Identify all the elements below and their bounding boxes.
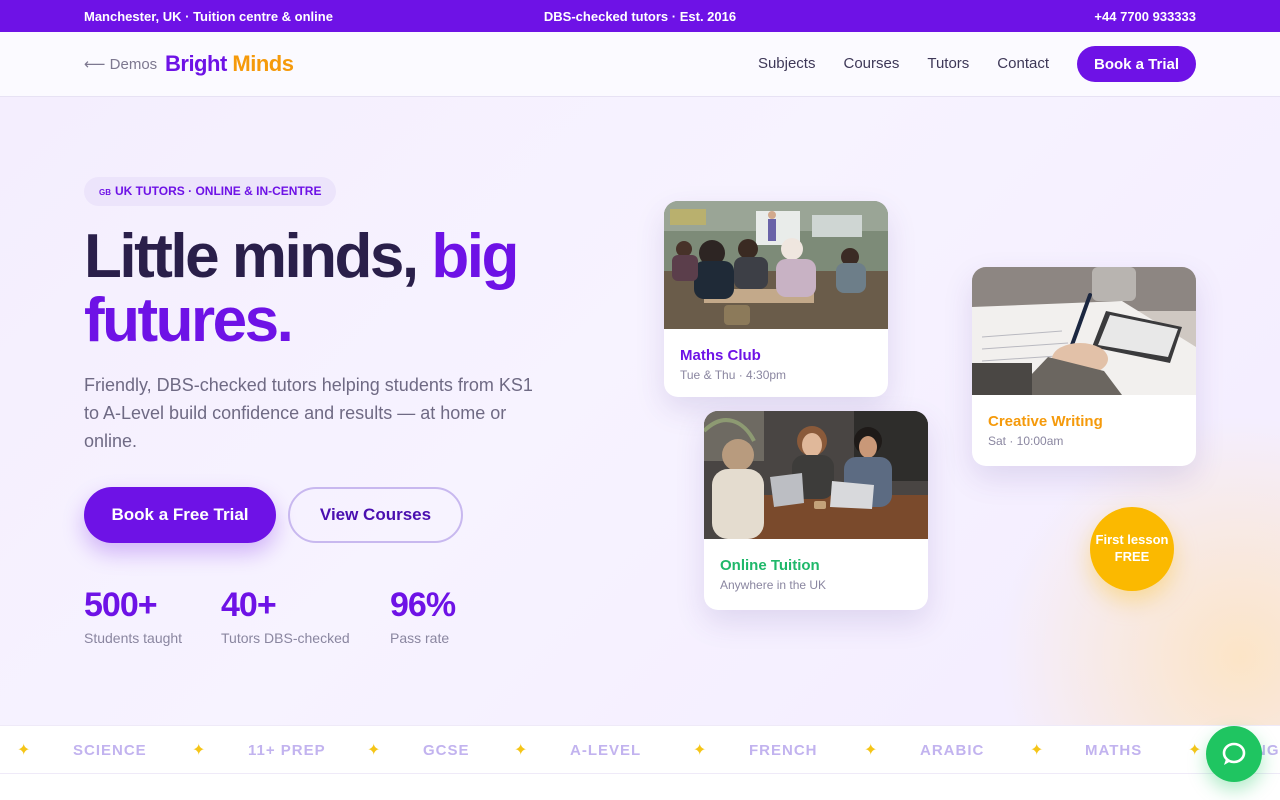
trust-text: DBS-checked tutors · Est. 2016 <box>543 9 737 24</box>
logo[interactable]: Bright Minds <box>165 51 294 77</box>
badge-text: UK TUTORS · ONLINE & IN-CENTRE <box>115 184 322 198</box>
marquee-item: 11+ PREP <box>248 742 326 759</box>
course-card-maths-club[interactable]: Maths Club Tue & Thu · 4:30pm <box>664 201 888 397</box>
course-card-creative-writing[interactable]: Creative Writing Sat · 10:00am <box>972 267 1196 466</box>
book-trial-button[interactable]: Book a Trial <box>1077 46 1196 82</box>
stat-tutors: 40+ Tutors DBS-checked <box>221 586 350 646</box>
nav-link-subjects[interactable]: Subjects <box>758 55 816 72</box>
stat-pass-rate: 96% Pass rate <box>390 586 456 646</box>
marquee-item: FRENCH <box>749 742 818 759</box>
hero-section: GB UK TUTORS · ONLINE & IN-CENTRE Little … <box>0 97 1280 725</box>
phone-link[interactable]: +44 7700 933333 <box>1094 9 1196 24</box>
star-icon: ✦ <box>1030 742 1044 759</box>
card-title: Creative Writing <box>988 413 1103 430</box>
card-title: Online Tuition <box>720 557 820 574</box>
star-icon: ✦ <box>693 742 707 759</box>
first-lesson-free-badge: First lesson FREE <box>1090 507 1174 591</box>
back-to-demos-link[interactable]: ⟵ Demos <box>84 55 157 73</box>
main-nav: ⟵ Demos Bright Minds Subjects Courses Tu… <box>0 32 1280 97</box>
card-schedule: Anywhere in the UK <box>720 578 827 592</box>
logo-word-2: Minds <box>232 51 294 76</box>
marquee-item: A-LEVEL <box>570 742 642 759</box>
marquee-item: ARABIC <box>920 742 985 759</box>
book-free-trial-button[interactable]: Book a Free Trial <box>84 487 276 543</box>
star-icon: ✦ <box>514 742 528 759</box>
stat-number: 40+ <box>221 586 277 624</box>
marquee-item: GCSE <box>423 742 470 759</box>
announcement-bar: Manchester, UK · Tuition centre & online… <box>0 0 1280 32</box>
free-badge-line2: FREE <box>1114 549 1150 564</box>
nav-links: Subjects Courses Tutors Contact <box>758 55 1049 72</box>
star-icon: ✦ <box>1188 742 1202 759</box>
stat-label: Students taught <box>84 630 183 646</box>
stat-label: Tutors DBS-checked <box>221 630 350 646</box>
nav-link-tutors[interactable]: Tutors <box>927 55 969 72</box>
logo-word-1: Bright <box>165 51 227 76</box>
headline-main: Little minds, <box>84 222 419 291</box>
subjects-marquee: ✦ SCIENCE ✦ 11+ PREP ✦ GCSE ✦ A-LEVEL ✦ … <box>0 725 1280 774</box>
marquee-item: MATHS <box>1085 742 1143 759</box>
classroom-photo <box>664 201 888 329</box>
chat-button[interactable] <box>1206 726 1262 782</box>
stat-number: 96% <box>390 586 456 624</box>
stat-students: 500+ Students taught <box>84 586 182 646</box>
uk-flag-icon: GB <box>99 188 111 197</box>
star-icon: ✦ <box>192 742 206 759</box>
nav-link-courses[interactable]: Courses <box>843 55 899 72</box>
nav-link-contact[interactable]: Contact <box>997 55 1049 72</box>
star-icon: ✦ <box>367 742 381 759</box>
stat-number: 500+ <box>84 586 158 624</box>
card-schedule: Tue & Thu · 4:30pm <box>680 368 787 382</box>
hero-subtext: Friendly, DBS-checked tutors helping stu… <box>84 375 533 451</box>
view-courses-button[interactable]: View Courses <box>288 487 463 543</box>
course-card-online-tuition[interactable]: Online Tuition Anywhere in the UK <box>704 411 928 610</box>
writing-photo <box>972 267 1196 395</box>
star-icon: ✦ <box>864 742 878 759</box>
chat-bubble-icon <box>1222 742 1246 765</box>
star-icon: ✦ <box>17 742 31 759</box>
marquee-item: SCIENCE <box>73 742 147 759</box>
students-laptop-photo <box>704 411 928 539</box>
card-schedule: Sat · 10:00am <box>988 434 1064 448</box>
hero-headline: Little minds, big futures. <box>84 225 554 353</box>
stat-label: Pass rate <box>390 630 450 646</box>
hero-badge: GB UK TUTORS · ONLINE & IN-CENTRE <box>84 177 337 206</box>
card-title: Maths Club <box>680 347 761 364</box>
free-badge-line1: First lesson <box>1095 532 1169 547</box>
